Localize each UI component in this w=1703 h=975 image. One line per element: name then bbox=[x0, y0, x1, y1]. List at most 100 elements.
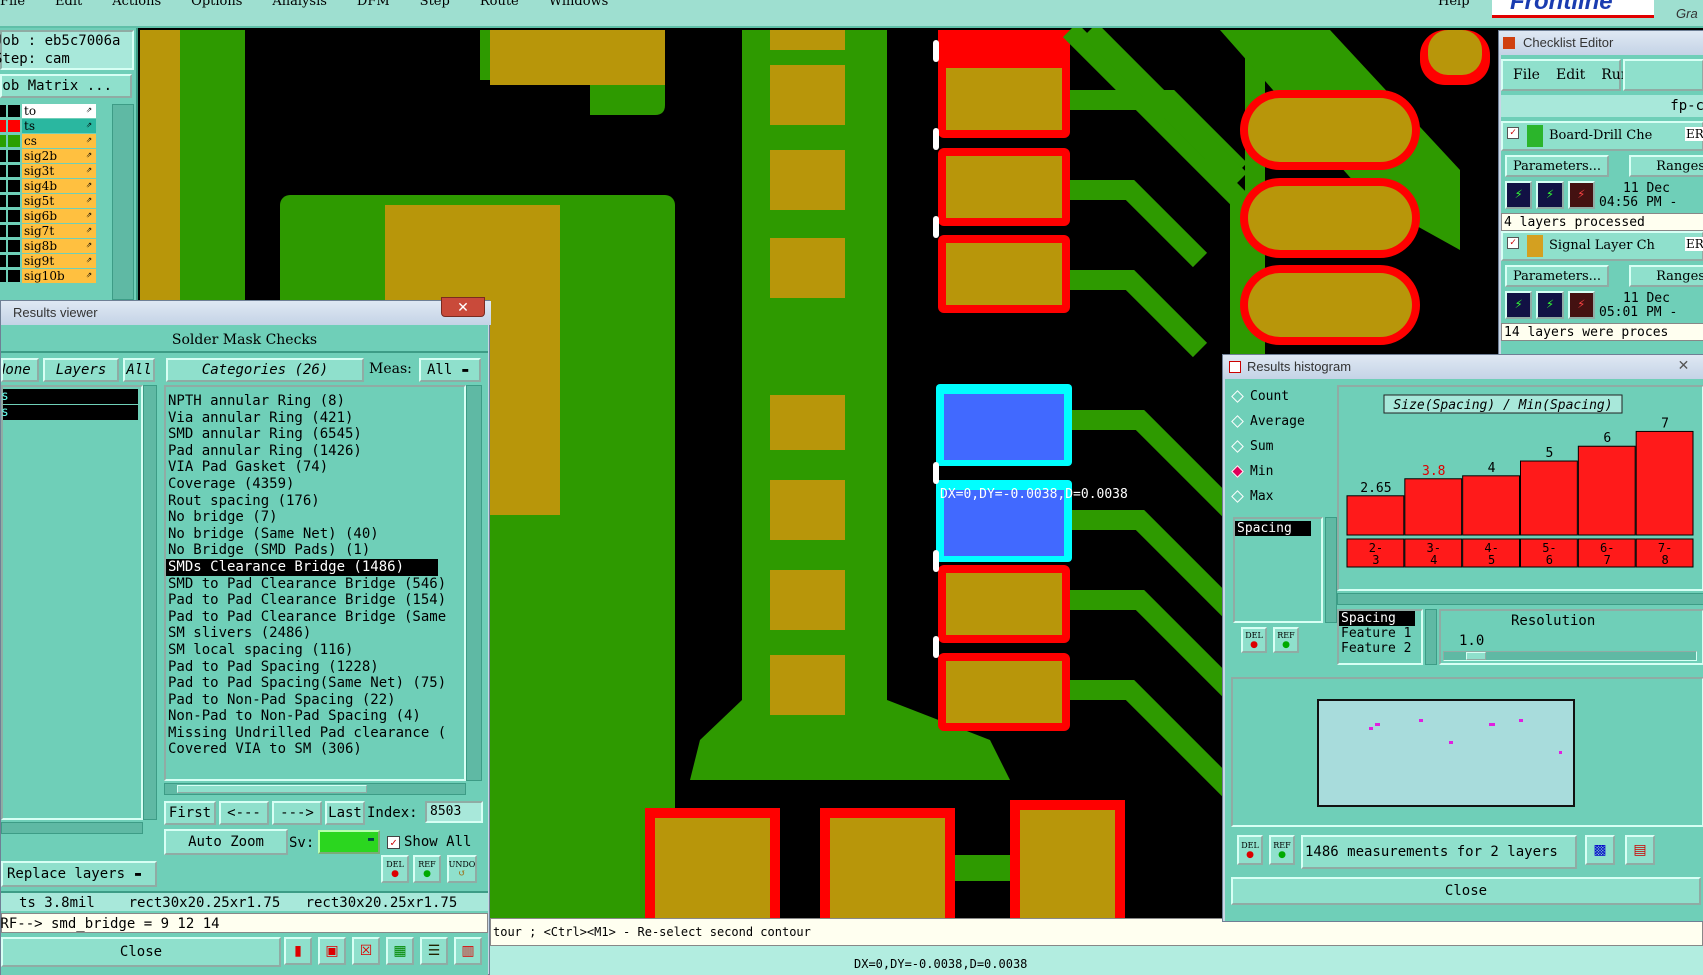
category-item[interactable]: Covered VIA to SM (306) bbox=[166, 741, 464, 758]
layers-scrollbar[interactable] bbox=[143, 385, 157, 820]
layer-row[interactable]: sig8b ⇗ bbox=[0, 239, 110, 254]
histogram-bar[interactable] bbox=[1520, 460, 1578, 536]
exclude-icon[interactable]: ☒ bbox=[352, 937, 380, 965]
close-window-button[interactable]: ✕ bbox=[441, 297, 485, 317]
histogram-bar[interactable] bbox=[1462, 475, 1520, 536]
layer-row[interactable]: sig7t ⇗ bbox=[0, 224, 110, 239]
category-item[interactable]: Pad to Pad Clearance Bridge (154) bbox=[166, 592, 464, 609]
stop-icon[interactable]: ⚡ bbox=[1567, 181, 1595, 209]
histogram-bar[interactable] bbox=[1346, 495, 1405, 536]
chart-hscrollbar[interactable] bbox=[1337, 593, 1703, 605]
measure-scrollbar[interactable] bbox=[1325, 517, 1337, 623]
film-icon[interactable]: ▣ bbox=[318, 937, 346, 965]
menu-actions[interactable]: Actions bbox=[112, 0, 161, 9]
layer-row[interactable]: sig6b ⇗ bbox=[0, 209, 110, 224]
layer-row[interactable]: sig3t ⇗ bbox=[0, 164, 110, 179]
menu-help[interactable]: Help bbox=[1438, 0, 1470, 9]
layer-row[interactable]: ts ⇗ bbox=[0, 119, 110, 134]
hist-ref-button[interactable]: REF ● bbox=[1273, 627, 1299, 653]
layer-arrow-icon[interactable]: ⇗ bbox=[86, 179, 92, 190]
field-listbox[interactable]: Spacing Feature 1 Feature 2 bbox=[1337, 609, 1423, 665]
check-ranges-button[interactable]: Ranges bbox=[1629, 155, 1703, 177]
prev-button[interactable]: <--- bbox=[219, 801, 269, 825]
category-item[interactable]: Pad to Pad Spacing(Same Net) (75) bbox=[166, 675, 464, 692]
run-icon[interactable]: ⚡ bbox=[1536, 291, 1564, 319]
histogram-bar[interactable] bbox=[1577, 445, 1636, 536]
layer-item-bs[interactable]: bs bbox=[0, 405, 138, 420]
category-item[interactable]: Pad annular Ring (1426) bbox=[166, 443, 464, 460]
layer-arrow-icon[interactable]: ⇗ bbox=[86, 209, 92, 220]
category-item[interactable]: Coverage (4359) bbox=[166, 476, 464, 493]
option-count[interactable]: Count bbox=[1231, 385, 1289, 407]
show-all-checkbox[interactable]: ✓ bbox=[387, 836, 400, 849]
footer-del-button[interactable]: DEL ● bbox=[1237, 835, 1263, 865]
layer-arrow-icon[interactable]: ⇗ bbox=[86, 149, 92, 160]
measure-listbox[interactable]: Spacing bbox=[1233, 517, 1323, 623]
check-parameters-button[interactable]: Parameters... bbox=[1505, 265, 1609, 287]
layer-arrow-icon[interactable]: ⇗ bbox=[86, 224, 92, 235]
category-item[interactable]: SMDs Clearance Bridge (1486) bbox=[166, 558, 438, 576]
category-item[interactable]: Pad to Pad Spacing (1228) bbox=[166, 659, 464, 676]
sv-dropdown[interactable]: ▬ bbox=[318, 830, 380, 854]
layer-row[interactable]: sig4b ⇗ bbox=[0, 179, 110, 194]
layer-arrow-icon[interactable]: ⇗ bbox=[86, 269, 92, 280]
layer-arrow-icon[interactable]: ⇗ bbox=[86, 134, 92, 145]
checklist-item-header[interactable]: ✓ Board-Drill Che ERF bbox=[1501, 121, 1703, 151]
option-average[interactable]: Average bbox=[1231, 410, 1305, 432]
check-parameters-button[interactable]: Parameters... bbox=[1505, 155, 1609, 177]
category-item[interactable]: No Bridge (SMD Pads) (1) bbox=[166, 542, 464, 559]
meas-dropdown[interactable]: All ▬ bbox=[419, 358, 481, 382]
chart-settings-icon[interactable]: ▤ bbox=[1625, 835, 1655, 865]
categories-hscrollbar[interactable] bbox=[164, 783, 466, 795]
category-item[interactable]: Pad to Non-Pad Spacing (22) bbox=[166, 692, 464, 709]
category-item[interactable]: Rout spacing (176) bbox=[166, 493, 464, 510]
flag-icon[interactable]: ▮ bbox=[284, 937, 312, 965]
histogram-bar[interactable] bbox=[1404, 478, 1463, 536]
last-button[interactable]: Last bbox=[325, 801, 365, 825]
layer-row[interactable]: sig2b ⇗ bbox=[0, 149, 110, 164]
checklist-item-header[interactable]: ✓ Signal Layer Ch ERF bbox=[1501, 231, 1703, 261]
stop-icon[interactable]: ⚡ bbox=[1567, 291, 1595, 319]
report-icon[interactable]: ☰ bbox=[420, 937, 448, 965]
layers-button[interactable]: Layers bbox=[43, 358, 119, 382]
next-button[interactable]: ---> bbox=[272, 801, 322, 825]
layer-arrow-icon[interactable]: ⇗ bbox=[86, 119, 92, 130]
category-item[interactable]: SM local spacing (116) bbox=[166, 642, 464, 659]
histogram-bar[interactable] bbox=[1635, 430, 1694, 536]
chart-export-icon[interactable]: ▩ bbox=[1585, 835, 1615, 865]
measure-item-spacing[interactable]: Spacing bbox=[1235, 521, 1311, 536]
field-item-spacing[interactable]: Spacing bbox=[1339, 611, 1415, 626]
menu-analysis[interactable]: Analysis bbox=[272, 0, 327, 9]
category-item[interactable]: SM slivers (2486) bbox=[166, 625, 464, 642]
auto-zoom-button[interactable]: Auto Zoom bbox=[164, 829, 288, 855]
run-icon[interactable]: ⚡ bbox=[1505, 181, 1533, 209]
menu-step[interactable]: Step bbox=[420, 0, 450, 9]
menu-edit[interactable]: Edit bbox=[55, 0, 82, 9]
resolution-slider[interactable] bbox=[1443, 651, 1697, 661]
layer-item-ts[interactable]: ts bbox=[0, 389, 138, 404]
layer-arrow-icon[interactable]: ⇗ bbox=[86, 239, 92, 250]
histogram-close-button[interactable]: ✕ bbox=[1663, 355, 1703, 375]
menu-options[interactable]: Options bbox=[191, 0, 242, 9]
grid-icon[interactable]: ▦ bbox=[386, 937, 414, 965]
category-item[interactable]: No bridge (7) bbox=[166, 509, 464, 526]
none-button[interactable]: None bbox=[1, 358, 39, 382]
category-item[interactable]: Pad to Pad Clearance Bridge (Same bbox=[166, 609, 464, 626]
histogram-close-main-button[interactable]: Close bbox=[1231, 877, 1701, 905]
layer-arrow-icon[interactable]: ⇗ bbox=[86, 254, 92, 265]
option-min[interactable]: Min bbox=[1231, 460, 1273, 482]
ref-button[interactable]: REF ● bbox=[413, 855, 441, 883]
layer-row[interactable]: cs ⇗ bbox=[0, 134, 110, 149]
field-item-feature1[interactable]: Feature 1 bbox=[1339, 626, 1421, 641]
category-item[interactable]: VIA Pad Gasket (74) bbox=[166, 459, 464, 476]
footer-ref-button[interactable]: REF ● bbox=[1269, 835, 1295, 865]
close-button[interactable]: Close bbox=[1, 937, 281, 967]
layers-listbox[interactable]: ts bs bbox=[0, 385, 143, 820]
categories-button[interactable]: Categories (26) bbox=[166, 358, 364, 382]
run-icon[interactable]: ⚡ bbox=[1536, 181, 1564, 209]
menu-route[interactable]: Route bbox=[480, 0, 519, 9]
layer-arrow-icon[interactable]: ⇗ bbox=[86, 194, 92, 205]
category-item[interactable]: NPTH annular Ring (8) bbox=[166, 393, 464, 410]
category-item[interactable]: Non-Pad to Non-Pad Spacing (4) bbox=[166, 708, 464, 725]
checklist-menu-edit[interactable]: Edit bbox=[1556, 67, 1585, 83]
